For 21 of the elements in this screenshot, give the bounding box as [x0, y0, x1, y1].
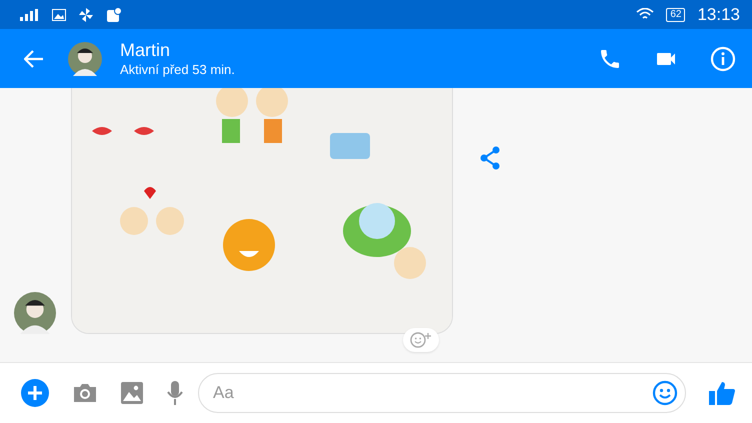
- share-icon[interactable]: [479, 146, 501, 170]
- wifi-icon: [636, 8, 654, 21]
- camera-icon[interactable]: [72, 382, 98, 404]
- battery-level: 62: [666, 8, 686, 22]
- avatar[interactable]: [68, 42, 102, 76]
- emoji-icon[interactable]: [652, 380, 678, 406]
- message-input[interactable]: Aa: [198, 373, 686, 413]
- info-icon[interactable]: [710, 46, 736, 72]
- image-icon: [52, 8, 66, 20]
- pinwheel-icon: [78, 6, 94, 22]
- add-reaction-button[interactable]: [403, 328, 439, 352]
- clock: 13:13: [697, 4, 740, 24]
- signal-icon: [20, 8, 40, 20]
- back-icon[interactable]: [24, 50, 44, 68]
- image-icon[interactable]: [120, 381, 144, 405]
- add-icon[interactable]: [20, 378, 50, 408]
- activity-status: Aktivní před 53 min.: [120, 60, 235, 78]
- microphone-icon[interactable]: [166, 380, 184, 406]
- thumbs-up-icon[interactable]: [708, 379, 736, 407]
- contact-name: Martin: [120, 38, 172, 60]
- avatar[interactable]: [14, 292, 56, 334]
